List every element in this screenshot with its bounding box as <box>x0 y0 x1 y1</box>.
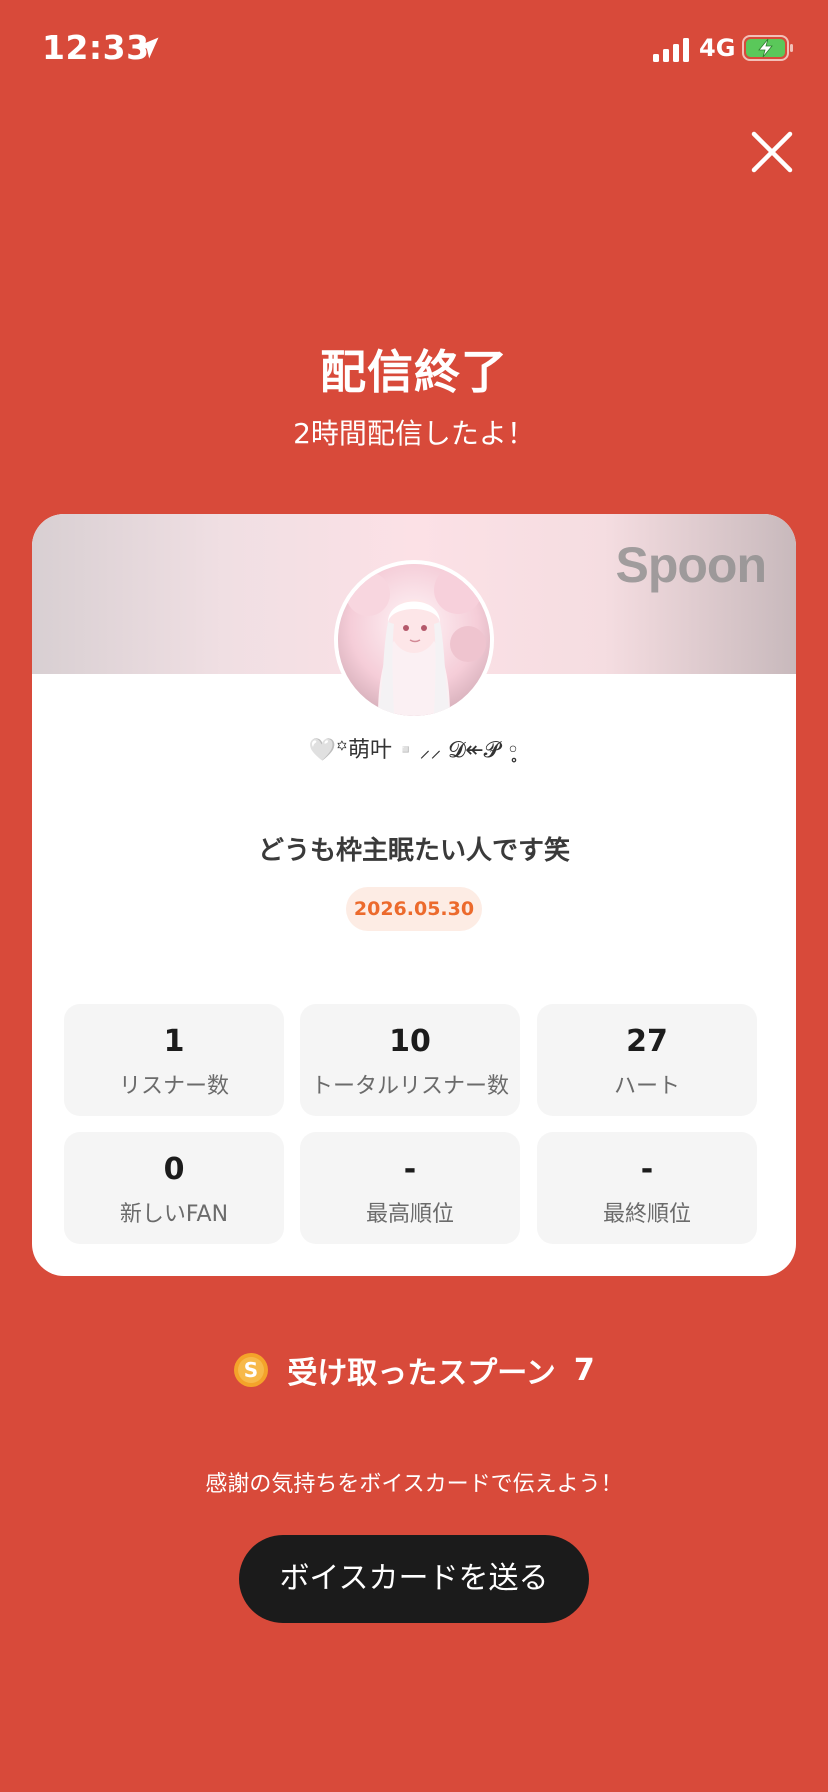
stat-best-rank: - 最高順位 <box>300 1132 520 1244</box>
stat-value: - <box>640 1152 654 1187</box>
stat-value: 27 <box>626 1024 668 1059</box>
stat-value: 0 <box>163 1152 185 1187</box>
broadcast-summary-card: Spoon 🤍꙳萌叶▫️⸝⸝ 𝓓↞𝓟 ◦̥ どうも枠主眠たい人です笑 2026.… <box>32 514 796 1276</box>
svg-text:S: S <box>244 1358 258 1382</box>
stat-value: 1 <box>163 1024 185 1059</box>
stat-label: 最高順位 <box>365 1202 454 1227</box>
stat-total-listeners: 10 トータルリスナー数 <box>300 1004 520 1116</box>
spoons-label: 受け取ったスプーン <box>287 1356 556 1391</box>
battery-charging-icon <box>742 35 793 61</box>
stat-label: 最終順位 <box>602 1202 691 1227</box>
avatar[interactable] <box>334 560 494 720</box>
stat-new-fans: 0 新しいFAN <box>64 1132 284 1244</box>
stat-listeners: 1 リスナー数 <box>64 1004 284 1116</box>
username: 🤍꙳萌叶▫️⸝⸝ 𝓓↞𝓟 ◦̥ <box>308 738 520 763</box>
stat-label: 新しいFAN <box>119 1202 229 1227</box>
signal-bars-icon <box>653 38 689 62</box>
network-label: 4G <box>699 34 736 62</box>
close-button[interactable] <box>746 126 798 178</box>
page-subtitle: 2時間配信したよ！ <box>293 417 535 450</box>
thanks-message: 感謝の気持ちをボイスカードで伝えよう！ <box>205 1472 623 1497</box>
stat-value: - <box>403 1152 417 1187</box>
location-arrow-icon <box>137 37 159 59</box>
stat-hearts: 27 ハート <box>537 1004 757 1116</box>
stat-label: ハート <box>613 1074 680 1099</box>
stat-label: リスナー数 <box>118 1074 229 1099</box>
spoon-logo: Spoon <box>615 537 767 593</box>
avatar-image <box>338 564 490 716</box>
stat-label: トータルリスナー数 <box>310 1074 509 1099</box>
spoons-count: 7 <box>573 1352 595 1388</box>
date-badge: 2026.05.30 <box>346 887 482 931</box>
stream-title: どうも枠主眠たい人です笑 <box>257 836 570 866</box>
spoons-received: S 受け取ったスプーン 7 <box>0 1348 828 1396</box>
status-bar: 12:33 4G <box>0 0 828 100</box>
stat-final-rank: - 最終順位 <box>537 1132 757 1244</box>
send-voice-card-button[interactable]: ボイスカードを送る <box>239 1535 589 1623</box>
spoon-coin-icon: S <box>234 1353 269 1387</box>
stat-value: 10 <box>389 1024 431 1059</box>
page-title: 配信終了 <box>320 345 508 399</box>
